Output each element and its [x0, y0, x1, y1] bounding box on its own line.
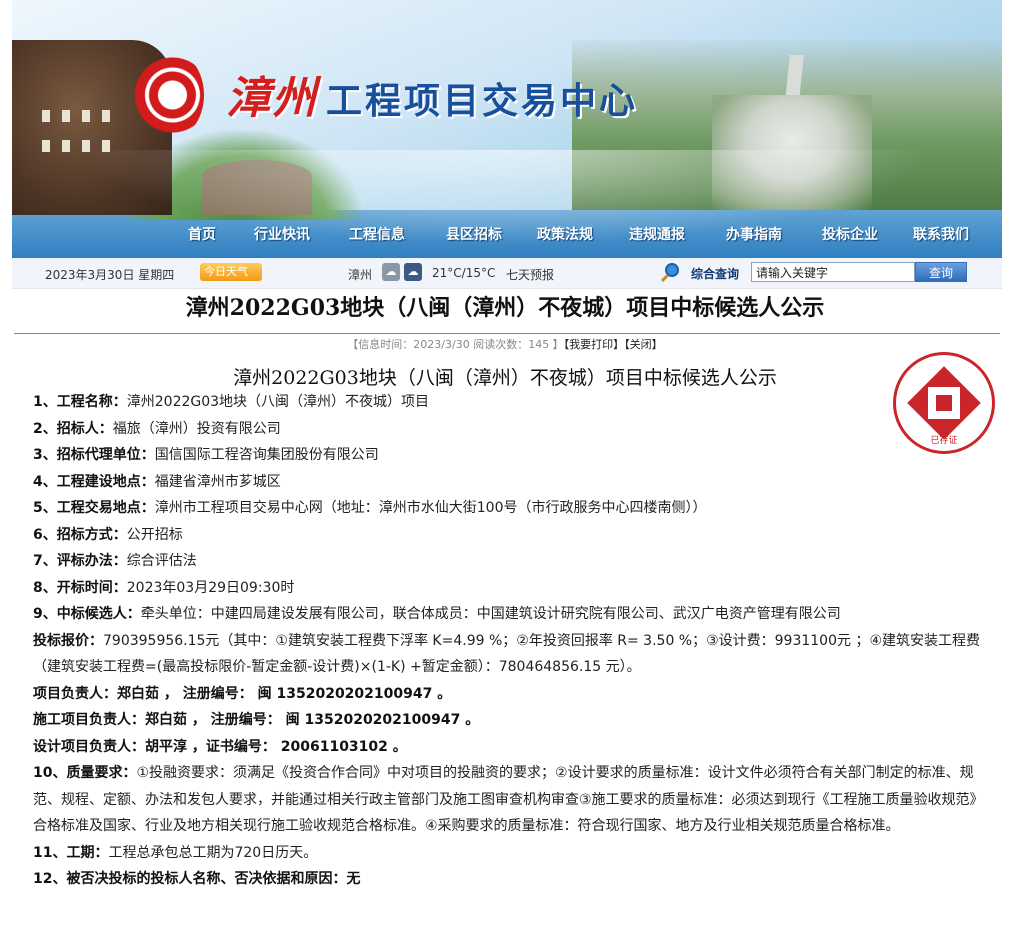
weather-button[interactable]: 今日天气 — [200, 263, 262, 281]
site-title: 漳州 工程项目交易中心 — [226, 62, 638, 126]
nav-policy[interactable]: 政策法规 — [531, 224, 599, 244]
nav-project-info[interactable]: 工程信息 — [343, 224, 411, 244]
site-title-blue: 工程项目交易中心 — [326, 80, 639, 122]
list-item: 12、被否决投标的投标人名称、否决依据和原因：无 — [33, 871, 361, 887]
list-item: 8、开标时间：2023年03月29日09:30时 — [33, 579, 295, 596]
site-title-red: 漳州 — [226, 73, 318, 124]
list-item: 9、中标候选人：牵头单位：中建四局建设发展有限公司，联合体成员：中国建筑设计研究… — [33, 606, 841, 622]
article-meta: 【信息时间：2023/3/30 阅读次数：145 】【我要打印】【关闭】 — [0, 336, 1010, 352]
search-label: 综合查询 — [691, 267, 740, 281]
cloudy-night-icon: ☁ — [404, 263, 422, 281]
search-input[interactable] — [751, 262, 915, 282]
article-meta-info: 【信息时间：2023/3/30 阅读次数：145 】 — [347, 338, 564, 351]
nav-home[interactable]: 首页 — [180, 224, 224, 244]
cloudy-icon: ☁ — [382, 263, 400, 281]
nav-contact[interactable]: 联系我们 — [907, 224, 975, 244]
print-link[interactable]: 【我要打印】 — [564, 338, 625, 351]
list-item: 项目负责人：郑白茹 ， 注册编号： 闽 1352020202100947 。 — [33, 685, 452, 702]
nav-guide[interactable]: 办事指南 — [720, 224, 788, 244]
list-item: 4、工程建设地点：福建省漳州市芗城区 — [33, 473, 281, 490]
weather-city: 漳州 — [348, 268, 373, 282]
current-date: 2023年3月30日 星期四 — [45, 268, 175, 282]
list-item: 11、工期：工程总承包总工期为720日历天。 — [33, 844, 318, 861]
list-item: 6、招标方式：公开招标 — [33, 526, 183, 543]
search-button[interactable]: 查询 — [915, 262, 967, 282]
weather-temp: 21°C/15°C — [432, 266, 496, 280]
document-title: 漳州2022G03地块（八闽（漳州）不夜城）项目中标候选人公示 — [233, 367, 777, 389]
list-item: 2、招标人：福旅（漳州）投资有限公司 — [33, 420, 281, 437]
nav-industry-news[interactable]: 行业快讯 — [248, 224, 316, 244]
nav-county-bidding[interactable]: 县区招标 — [440, 224, 508, 244]
info-bar: 2023年3月30日 星期四 今日天气 漳州 ☁ ☁ 21°C/15°C 七天预… — [12, 258, 1002, 289]
nav-violation[interactable]: 违规通报 — [623, 224, 691, 244]
list-item: 5、工程交易地点：漳州市工程项目交易中心网（地址：漳州市水仙大街100号（市行政… — [33, 500, 707, 516]
nav-bidders[interactable]: 投标企业 — [816, 224, 884, 244]
list-item: 1、工程名称：漳州2022G03地块（八闽（漳州）不夜城）项目 — [33, 394, 430, 410]
list-item: 投标报价：790395956.15元（其中：①建筑安装工程费下浮率 K=4.99… — [33, 632, 981, 676]
list-item: 3、招标代理单位：国信国际工程咨询集团股份有限公司 — [33, 447, 379, 463]
forecast-link[interactable]: 七天预报 — [506, 266, 554, 283]
article-body: 1、工程名称：漳州2022G03地块（八闽（漳州）不夜城）项目 2、招标人：福旅… — [33, 389, 988, 893]
main-nav: 首页 行业快讯 工程信息 县区招标 政策法规 违规通报 办事指南 投标企业 联系… — [12, 210, 1002, 258]
close-link[interactable]: 【关闭】 — [624, 338, 663, 351]
article-title: 漳州2022G03地块（八闽（漳州）不夜城）项目中标候选人公示 — [185, 295, 825, 321]
list-item: 施工项目负责人：郑白茹 ， 注册编号： 闽 1352020202100947 。 — [33, 712, 480, 728]
list-item: 7、评标办法：综合评估法 — [33, 553, 197, 569]
divider — [14, 333, 1000, 334]
site-logo — [132, 44, 212, 154]
list-item: 设计项目负责人：胡平淳 ，证书编号： 20061103102 。 — [33, 738, 407, 755]
magnifier-icon — [660, 263, 679, 283]
list-item: 10、质量要求：①投融资要求：须满足《投资合作合同》中对项目的投融资的要求；②设… — [33, 765, 984, 834]
